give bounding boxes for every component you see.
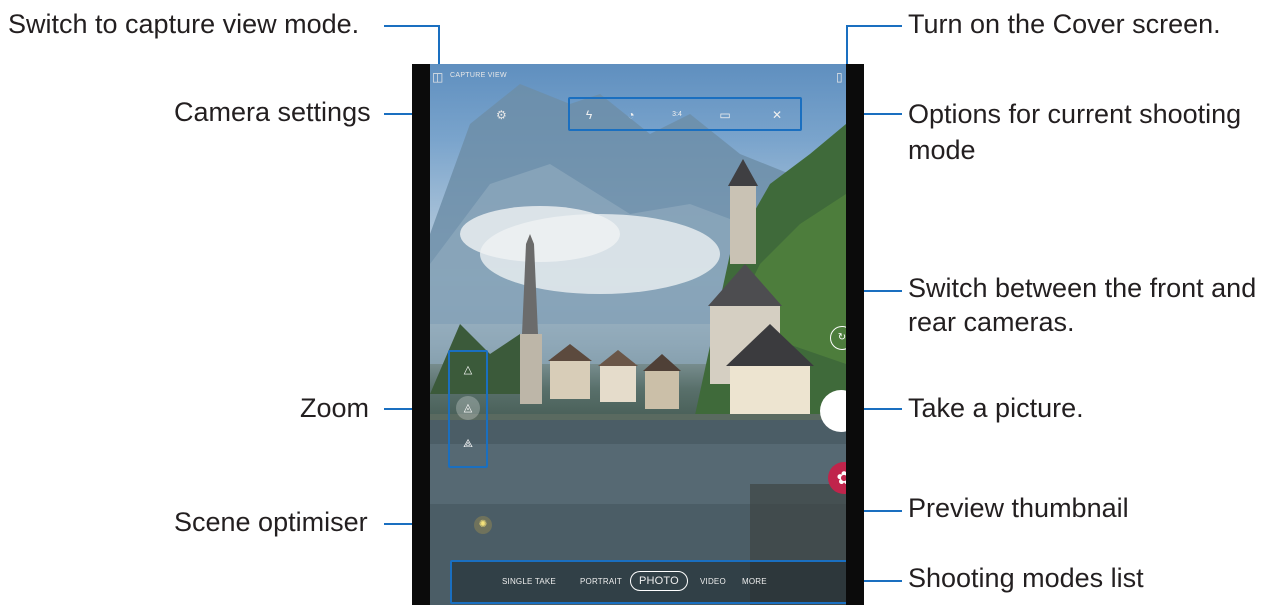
scene-optimiser-icon[interactable]: ✺ bbox=[474, 516, 492, 534]
filters-icon[interactable]: ✕ bbox=[768, 107, 786, 123]
label-zoom: Zoom bbox=[300, 393, 370, 423]
callout-capture-view-v bbox=[438, 25, 440, 65]
label-camera-settings: Camera settings bbox=[174, 97, 371, 127]
zoom-controls: △ ◬ ⟁ bbox=[448, 350, 488, 468]
label-take-picture: Take a picture. bbox=[908, 393, 1084, 423]
mode-photo[interactable]: PHOTO bbox=[630, 571, 688, 591]
flash-off-icon[interactable]: ϟ bbox=[580, 107, 598, 123]
zoom-wide-button[interactable]: ◬ bbox=[456, 396, 480, 420]
capture-view-label: CAPTURE VIEW bbox=[450, 72, 507, 79]
shooting-options-bar: ϟ ◔ 3:4 ▭ ✕ bbox=[568, 97, 802, 131]
label-switch-camera-line2: rear cameras. bbox=[908, 307, 1075, 337]
label-switch-camera-line1: Switch between the front and bbox=[908, 273, 1257, 303]
gear-icon[interactable]: ⚙ bbox=[496, 108, 507, 122]
label-options-line1: Options for current shooting bbox=[908, 99, 1242, 129]
label-options-line2: mode bbox=[908, 135, 976, 165]
landscape-scene bbox=[430, 84, 846, 605]
label-capture-view: Switch to capture view mode. bbox=[8, 9, 360, 39]
mode-single-take[interactable]: SINGLE TAKE bbox=[502, 577, 556, 586]
callout-capture-view-h bbox=[384, 25, 440, 27]
motion-photo-icon[interactable]: ▭ bbox=[716, 107, 734, 123]
zoom-tele-button[interactable]: ⟁ bbox=[456, 432, 480, 456]
label-cover-screen: Turn on the Cover screen. bbox=[908, 9, 1221, 39]
aspect-ratio-icon[interactable]: 3:4 bbox=[668, 107, 686, 123]
timer-off-icon[interactable]: ◔ bbox=[622, 107, 640, 123]
mode-portrait[interactable]: PORTRAIT bbox=[580, 577, 622, 586]
callout-cover-screen-h bbox=[846, 25, 902, 27]
cover-screen-icon[interactable]: ▯ bbox=[836, 70, 843, 84]
label-preview-thumbnail: Preview thumbnail bbox=[908, 493, 1129, 523]
shooting-modes-list: SINGLE TAKE PORTRAIT PHOTO VIDEO MORE bbox=[450, 560, 846, 604]
mode-video[interactable]: VIDEO bbox=[700, 577, 726, 586]
callout-cover-screen-v bbox=[846, 25, 848, 65]
label-shooting-modes: Shooting modes list bbox=[908, 563, 1144, 593]
camera-screen: ◫ CAPTURE VIEW ▯ ⚙ ϟ ◔ 3:4 ▭ ✕ △ ◬ ⟁ ✺ ↻… bbox=[412, 64, 864, 605]
label-scene-optimiser: Scene optimiser bbox=[174, 507, 368, 537]
capture-view-icon[interactable]: ◫ bbox=[432, 70, 443, 84]
viewfinder-photo[interactable]: ◫ CAPTURE VIEW ▯ ⚙ ϟ ◔ 3:4 ▭ ✕ △ ◬ ⟁ ✺ ↻… bbox=[430, 64, 846, 605]
zoom-ultrawide-button[interactable]: △ bbox=[456, 358, 480, 382]
mode-more[interactable]: MORE bbox=[742, 577, 767, 586]
